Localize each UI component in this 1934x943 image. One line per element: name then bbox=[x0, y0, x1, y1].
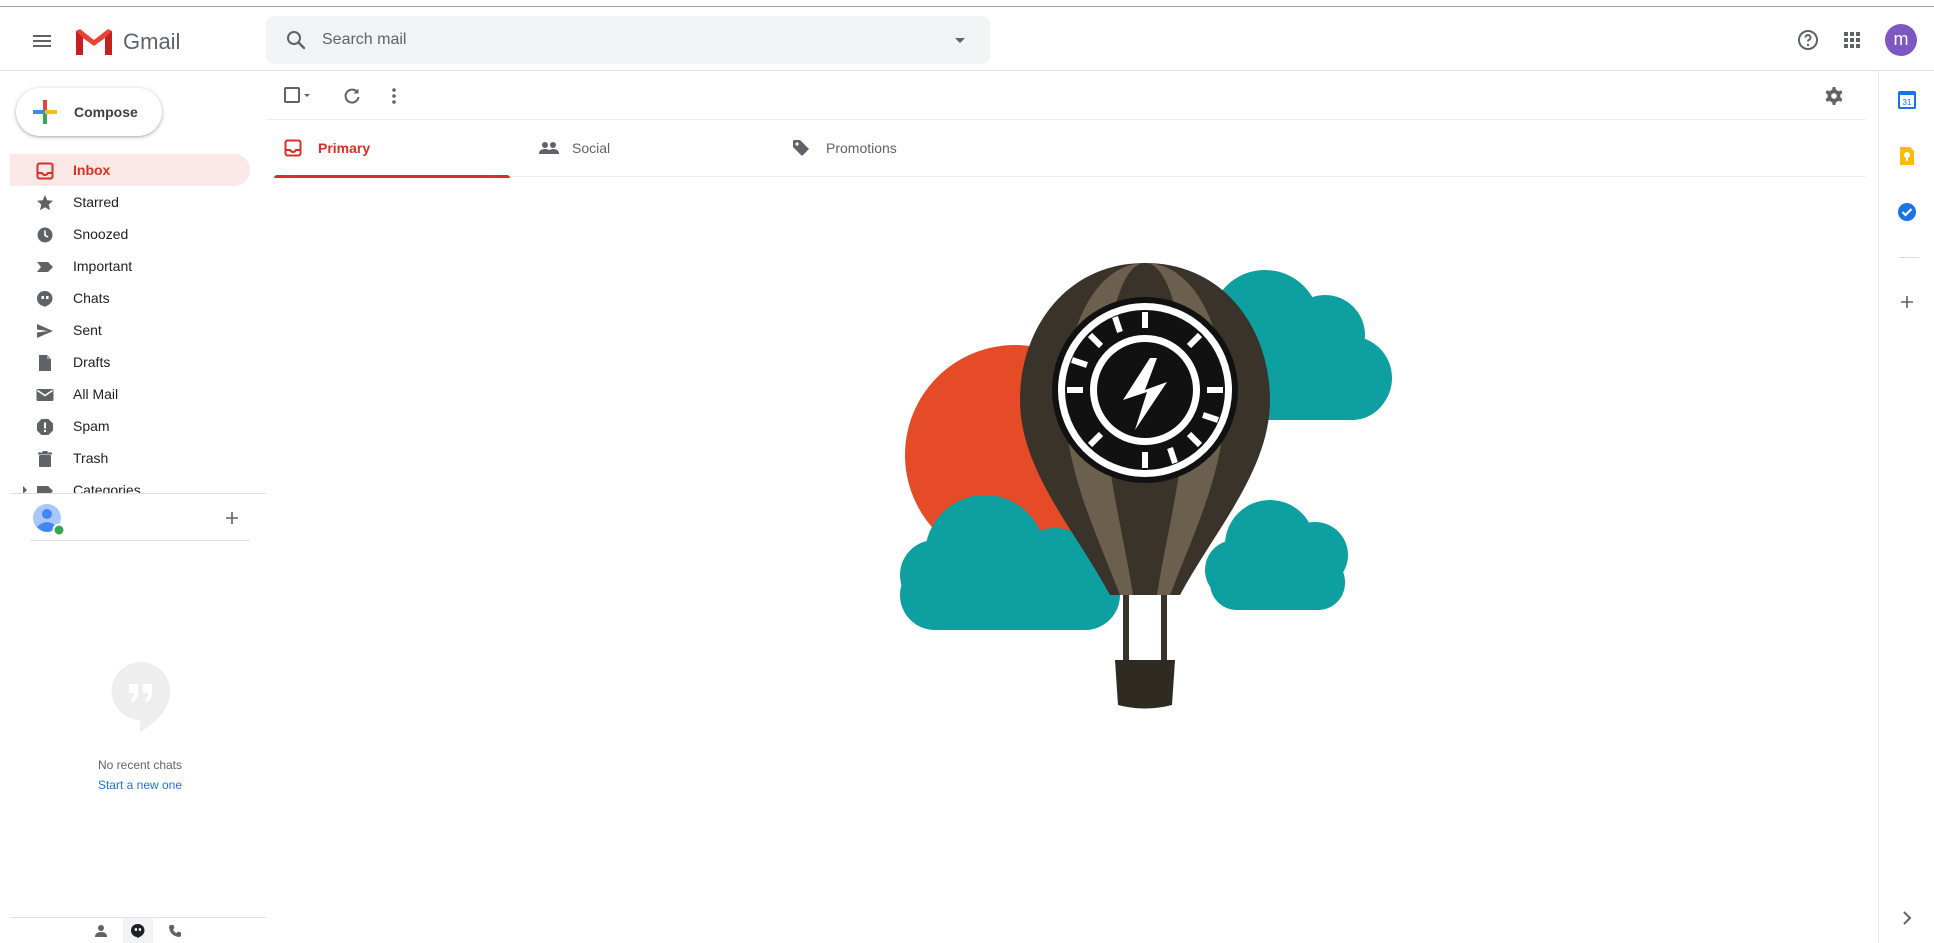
tab-social[interactable]: Social bbox=[528, 120, 764, 177]
sidebar-item-label: Spam bbox=[73, 418, 110, 434]
tab-label: Social bbox=[572, 140, 611, 156]
person-icon bbox=[95, 924, 107, 937]
sidebar-item-starred[interactable]: Starred bbox=[10, 186, 250, 218]
sidebar-item-trash[interactable]: Trash bbox=[10, 442, 250, 474]
mail-icon bbox=[36, 386, 54, 404]
people-icon bbox=[538, 139, 560, 157]
calendar-day: 31 bbox=[1903, 98, 1912, 107]
side-panel-divider bbox=[1899, 257, 1919, 258]
sidebar-item-label: Sent bbox=[73, 322, 102, 338]
tab-primary[interactable]: Primary bbox=[274, 120, 510, 178]
more-options-icon[interactable] bbox=[384, 86, 404, 106]
account-avatar[interactable]: m bbox=[1885, 24, 1917, 56]
sidebar-item-all-mail[interactable]: All Mail bbox=[10, 378, 250, 410]
mail-toolbar bbox=[266, 71, 1866, 120]
google-apps-icon[interactable] bbox=[1840, 28, 1864, 52]
send-icon bbox=[36, 322, 54, 340]
sidebar-item-drafts[interactable]: Drafts bbox=[10, 346, 250, 378]
hot-air-balloon-theme-illustration bbox=[895, 250, 1415, 750]
user-avatar-icon[interactable] bbox=[32, 503, 66, 537]
clock-icon bbox=[36, 226, 54, 244]
star-icon bbox=[36, 194, 54, 212]
header: Gmail m bbox=[0, 7, 1934, 71]
add-chat-icon[interactable] bbox=[224, 510, 240, 526]
side-panel: 31 bbox=[1878, 71, 1934, 943]
main-menu-button[interactable] bbox=[30, 29, 58, 57]
sidebar-item-label: Inbox bbox=[73, 162, 111, 178]
spam-icon bbox=[36, 418, 54, 436]
sidebar-item-label: Starred bbox=[73, 194, 119, 210]
compose-button[interactable]: Compose bbox=[16, 88, 162, 136]
tab-label: Primary bbox=[318, 140, 371, 156]
active-tab-indicator bbox=[274, 175, 510, 178]
hangouts-divider bbox=[30, 540, 250, 541]
sidebar-item-label: Trash bbox=[73, 450, 109, 466]
keep-icon[interactable] bbox=[1896, 145, 1918, 167]
inbox-category-tabs: Primary Social Promotions bbox=[274, 120, 1866, 178]
tasks-icon[interactable] bbox=[1896, 201, 1918, 223]
sidebar-item-label: Important bbox=[73, 258, 133, 274]
sidebar-item-label: Snoozed bbox=[73, 226, 129, 242]
compose-label: Compose bbox=[74, 104, 138, 120]
get-addons-icon[interactable] bbox=[1896, 291, 1918, 313]
tag-icon bbox=[792, 139, 810, 157]
dropdown-arrow-icon bbox=[304, 94, 310, 97]
app-name: Gmail bbox=[123, 29, 181, 54]
sidebar-item-inbox[interactable]: Inbox bbox=[10, 154, 250, 186]
contacts-tab[interactable] bbox=[86, 918, 116, 943]
hangouts-empty-icon bbox=[110, 660, 172, 736]
search-input[interactable] bbox=[322, 16, 922, 64]
draft-icon bbox=[36, 354, 54, 372]
no-recent-chats-text: No recent chats bbox=[97, 758, 183, 772]
sidebar-item-chats[interactable]: Chats bbox=[10, 282, 250, 314]
gmail-logo[interactable]: Gmail bbox=[74, 27, 180, 57]
help-icon[interactable] bbox=[1796, 28, 1820, 52]
gmail-logo-icon bbox=[76, 29, 112, 55]
search-options-button[interactable] bbox=[948, 28, 972, 52]
dropdown-arrow-icon bbox=[955, 38, 965, 43]
sidebar-item-label: Chats bbox=[73, 290, 110, 306]
tab-promotions[interactable]: Promotions bbox=[782, 120, 1018, 177]
select-all-checkbox[interactable] bbox=[283, 86, 313, 104]
menu-icon bbox=[33, 35, 51, 47]
search-icon[interactable] bbox=[284, 28, 308, 52]
important-icon bbox=[36, 258, 54, 276]
expand-panel-icon[interactable] bbox=[1896, 907, 1918, 929]
checkbox-icon bbox=[284, 87, 300, 103]
settings-gear-icon[interactable] bbox=[1824, 86, 1844, 106]
calls-tab[interactable] bbox=[160, 918, 190, 943]
sidebar-item-categories[interactable]: Categories bbox=[10, 474, 250, 494]
compose-plus-icon bbox=[33, 100, 57, 124]
sidebar-item-snoozed[interactable]: Snoozed bbox=[10, 218, 250, 250]
sidebar-item-sent[interactable]: Sent bbox=[10, 314, 250, 346]
sidebar-divider bbox=[10, 493, 266, 494]
chat-icon bbox=[36, 290, 54, 308]
sidebar-nav: Inbox Starred Snoozed Important Chats Se… bbox=[10, 154, 250, 494]
calendar-icon[interactable]: 31 bbox=[1896, 89, 1918, 111]
trash-icon bbox=[36, 450, 54, 468]
inbox-icon bbox=[284, 139, 302, 157]
start-new-chat-link[interactable]: Start a new one bbox=[60, 778, 220, 792]
hangouts-icon bbox=[130, 923, 145, 938]
sidebar-item-label: All Mail bbox=[73, 386, 119, 402]
sidebar-item-spam[interactable]: Spam bbox=[10, 410, 250, 442]
tab-label: Promotions bbox=[826, 140, 897, 156]
hangouts-user-row bbox=[10, 500, 250, 540]
inbox-icon bbox=[36, 162, 54, 180]
phone-icon bbox=[169, 924, 181, 937]
sidebar-item-important[interactable]: Important bbox=[10, 250, 250, 282]
refresh-icon[interactable] bbox=[342, 86, 362, 106]
sidebar-item-label: Drafts bbox=[73, 354, 111, 370]
chats-tab[interactable] bbox=[123, 918, 153, 943]
search-bar bbox=[266, 16, 990, 64]
